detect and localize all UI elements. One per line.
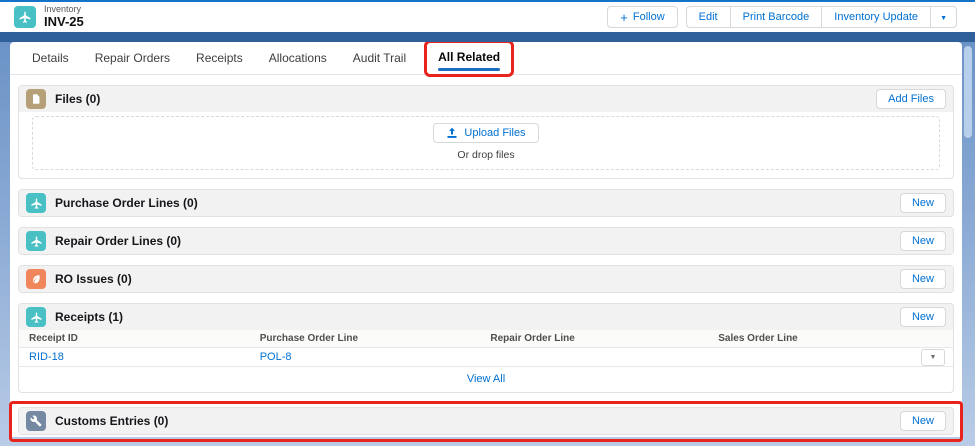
plus-icon: + xyxy=(620,9,628,25)
tab-receipts[interactable]: Receipts xyxy=(196,51,243,65)
column-purchase-order-line[interactable]: Purchase Order Line xyxy=(250,333,481,344)
purchase-order-line-link[interactable]: POL-8 xyxy=(260,351,292,363)
column-repair-order-line[interactable]: Repair Order Line xyxy=(480,333,708,344)
related-list-receipts: Receipts (1) New Receipt ID Purchase Ord… xyxy=(18,303,954,393)
related-list-customs-entries: Customs Entries (0) New xyxy=(18,407,954,435)
salesforce-record-page: Inventory INV-25 + Follow Edit Print Bar… xyxy=(0,0,975,446)
new-purchase-order-line-button[interactable]: New xyxy=(899,193,946,213)
files-title: Files (0) xyxy=(55,92,101,106)
tab-details[interactable]: Details xyxy=(32,51,69,65)
chevron-down-icon: ▼ xyxy=(929,353,937,361)
edit-button[interactable]: Edit xyxy=(685,6,730,28)
repair-order-lines-header: Repair Order Lines (0) New xyxy=(19,228,953,254)
customs-entries-header: Customs Entries (0) New xyxy=(19,408,953,434)
purchase-order-lines-header: Purchase Order Lines (0) New xyxy=(19,190,953,216)
purchase-order-lines-title: Purchase Order Lines (0) xyxy=(55,196,198,210)
header-action-buttons: + Follow Edit Print Barcode Inventory Up… xyxy=(607,6,957,28)
chevron-down-icon: ▼ xyxy=(940,15,947,22)
repair-order-lines-title: Repair Order Lines (0) xyxy=(55,234,182,248)
add-files-button[interactable]: Add Files xyxy=(876,89,946,109)
column-sales-order-line[interactable]: Sales Order Line xyxy=(708,333,919,344)
upload-icon xyxy=(447,127,457,138)
record-detail-panel: Details Repair Orders Receipts Allocatio… xyxy=(9,39,963,442)
plane-icon xyxy=(26,231,46,251)
related-list-purchase-order-lines: Purchase Order Lines (0) New xyxy=(18,189,954,217)
window-top-accent xyxy=(0,0,975,2)
view-all-link[interactable]: View All xyxy=(467,373,505,385)
upload-files-label: Upload Files xyxy=(464,127,526,139)
tab-repair-orders[interactable]: Repair Orders xyxy=(95,51,170,65)
scrollbar-thumb[interactable] xyxy=(964,46,972,138)
annotation-box-customs-entries: Customs Entries (0) New xyxy=(9,401,963,442)
inventory-update-button[interactable]: Inventory Update xyxy=(821,6,931,28)
receipt-table-row: RID-18 POL-8 ▼ xyxy=(19,348,953,367)
plane-icon xyxy=(26,193,46,213)
more-actions-button[interactable]: ▼ xyxy=(930,6,957,28)
record-name: INV-25 xyxy=(44,13,84,29)
record-identity: Inventory INV-25 xyxy=(14,4,84,29)
new-ro-issue-button[interactable]: New xyxy=(899,269,946,289)
tab-audit-trail[interactable]: Audit Trail xyxy=(353,51,406,65)
receipts-header: Receipts (1) New xyxy=(19,304,953,330)
active-tab-underline xyxy=(438,67,501,71)
record-actions-group: Edit Print Barcode Inventory Update ▼ xyxy=(685,6,957,28)
new-customs-entry-button[interactable]: New xyxy=(899,411,946,431)
related-list-files: Files (0) Add Files Upload Files Or drop… xyxy=(18,85,954,179)
receipt-id-link[interactable]: RID-18 xyxy=(29,351,64,363)
follow-label: Follow xyxy=(632,11,665,23)
new-receipt-button[interactable]: New xyxy=(899,307,946,327)
files-card-header: Files (0) Add Files xyxy=(19,86,953,112)
tab-all-related-label: All Related xyxy=(438,49,501,64)
ro-issues-header: RO Issues (0) New xyxy=(19,266,953,292)
wrench-icon xyxy=(26,411,46,431)
leaf-icon xyxy=(26,269,46,289)
plane-icon xyxy=(26,307,46,327)
view-all-row: View All xyxy=(19,367,953,392)
follow-button[interactable]: + Follow xyxy=(607,6,678,28)
receipts-table-header: Receipt ID Purchase Order Line Repair Or… xyxy=(19,330,953,348)
file-icon xyxy=(26,89,46,109)
annotation-box-all-related: All Related xyxy=(424,39,515,77)
inventory-plane-icon xyxy=(14,6,36,28)
file-drop-zone[interactable]: Upload Files Or drop files xyxy=(32,116,940,170)
related-list-ro-issues: RO Issues (0) New xyxy=(18,265,954,293)
drop-files-hint: Or drop files xyxy=(457,149,515,161)
row-actions-button[interactable]: ▼ xyxy=(921,348,945,366)
tab-allocations[interactable]: Allocations xyxy=(269,51,327,65)
column-receipt-id[interactable]: Receipt ID xyxy=(19,333,250,344)
record-text: Inventory INV-25 xyxy=(44,4,84,29)
customs-entries-title: Customs Entries (0) xyxy=(55,414,169,428)
tab-bar: Details Repair Orders Receipts Allocatio… xyxy=(10,39,962,77)
receipts-title: Receipts (1) xyxy=(55,310,124,324)
record-header: Inventory INV-25 + Follow Edit Print Bar… xyxy=(0,2,975,32)
print-barcode-button[interactable]: Print Barcode xyxy=(729,6,822,28)
page-background-band xyxy=(0,32,975,42)
ro-issues-title: RO Issues (0) xyxy=(55,272,132,286)
related-list-repair-order-lines: Repair Order Lines (0) New xyxy=(18,227,954,255)
scrollbar-track[interactable] xyxy=(962,42,975,437)
new-repair-order-line-button[interactable]: New xyxy=(899,231,946,251)
upload-files-button[interactable]: Upload Files xyxy=(433,123,539,143)
tab-all-related[interactable]: All Related xyxy=(438,49,501,71)
